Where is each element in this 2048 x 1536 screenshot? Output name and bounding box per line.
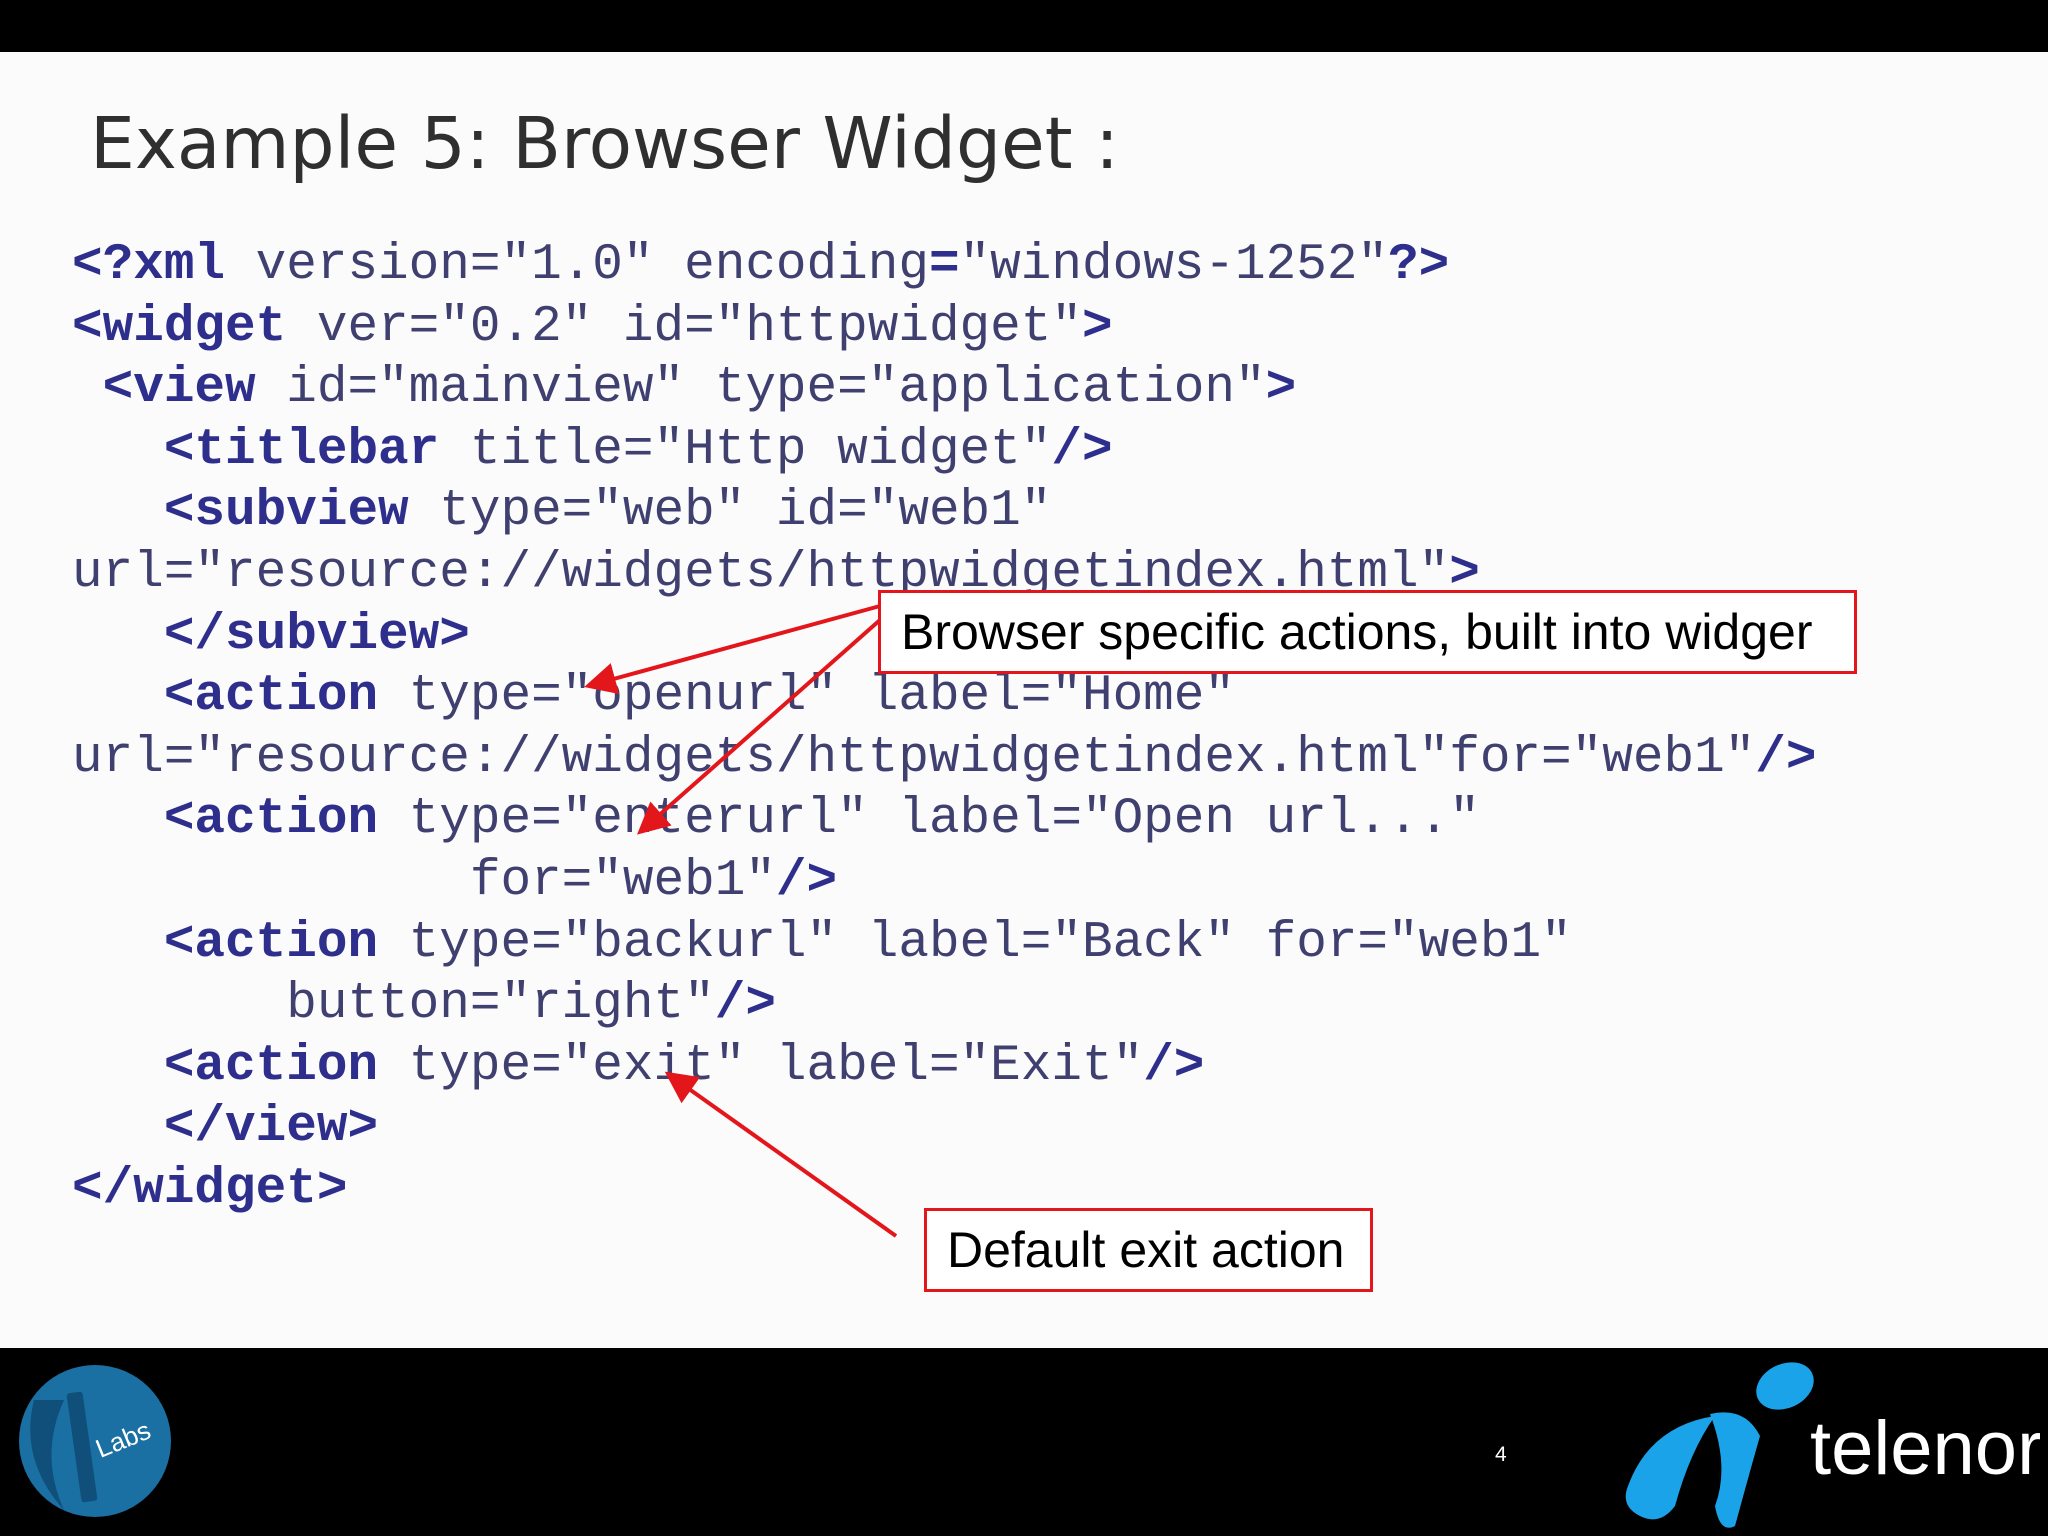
telenor-logo-swoosh-center [1710,1412,1760,1528]
slide-title: Example 5: Browser Widget : [90,102,1120,185]
telenor-logo: telenor [1625,1362,2040,1528]
code-line: for="web1"/> [72,852,838,910]
exit-action-callout: Default exit action [924,1208,1373,1292]
code-line: <widget ver="0.2" id="httpwidget"> [72,298,1113,356]
code-line: </view> [72,1099,379,1157]
code-line: <subview type="web" id="web1" [72,483,1052,541]
code-line: <titlebar title="Http widget"/> [72,421,1113,479]
browser-actions-callout: Browser specific actions, built into wid… [878,590,1857,674]
top-bar [0,0,2048,52]
xml-code-block: <?xml version="1.0" encoding="windows-12… [72,235,1817,1221]
code-line: <?xml version="1.0" encoding="windows-12… [72,237,1450,294]
code-line: <view id="mainview" type="application"> [72,360,1297,418]
code-line: <action type="openurl" label="Home" [72,668,1236,726]
code-line: <action type="enterurl" label="Open url.… [72,791,1480,849]
browser-actions-callout-text: Browser specific actions, built into wid… [901,604,1813,660]
code-line: url="resource://widgets/httpwidgetindex.… [72,729,1817,787]
code-line: <action type="backurl" label="Back" for=… [72,914,1572,972]
code-line: <action type="exit" label="Exit"/> [72,1037,1205,1095]
page-number: 4 [1495,1443,1507,1466]
labs-logo: Labs [19,1365,171,1517]
telenor-logo-text: telenor [1810,1406,2040,1491]
exit-action-callout-text: Default exit action [947,1222,1345,1278]
code-line: button="right"/> [72,976,776,1034]
code-line: </widget> [72,1160,348,1218]
code-line: </subview> [72,606,470,664]
telenor-logo-swoosh-left [1625,1416,1715,1520]
